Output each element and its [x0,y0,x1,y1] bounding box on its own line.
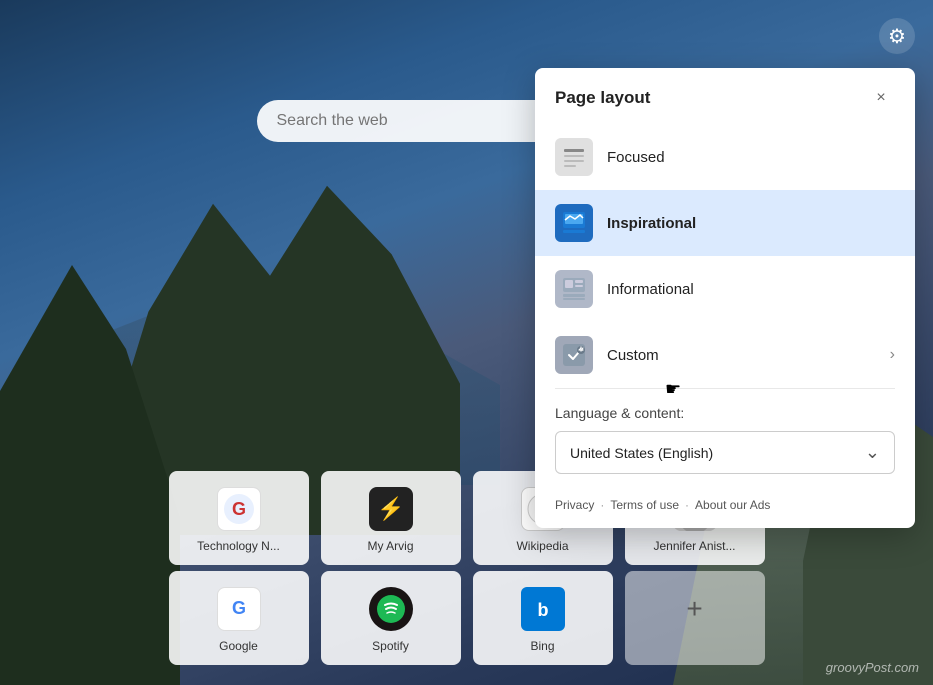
tile-label: My Arvig [367,539,413,553]
page-layout-panel: Page layout × Focused Inspirational [535,68,915,528]
arvig-logo-svg: ⚡ [376,494,406,524]
tile-label: Spotify [372,639,409,653]
language-label: Language & content: [555,405,895,421]
bing-logo-svg: b [529,595,557,623]
panel-title: Page layout [555,88,650,108]
dot-separator-2: · [685,498,689,512]
list-item[interactable]: G Technology N... [169,471,309,565]
tile-label: Wikipedia [516,539,568,553]
list-item[interactable]: Spotify [321,571,461,665]
svg-text:⚡: ⚡ [377,496,404,522]
tile-icon-grammarly: G [217,487,261,531]
add-icon: + [673,587,717,631]
bottom-tiles: G Google Spotify b Bing + [169,571,765,665]
spotify-logo-svg [376,594,406,624]
tile-icon-google: G [217,587,261,631]
layout-label-focused: Focused [607,149,665,166]
chevron-right-icon: › [890,346,895,364]
language-section: Language & content: United States (Engli… [535,389,915,486]
list-item[interactable]: b Bing [473,571,613,665]
focused-layout-icon [555,138,593,176]
inspirational-layout-icon [555,204,593,242]
inspirational-icon-svg [562,211,586,235]
list-item[interactable]: G Google [169,571,309,665]
language-selected-value: United States (English) [570,445,713,461]
tile-icon-arvig: ⚡ [369,487,413,531]
close-button[interactable]: × [867,84,895,112]
google-logo-svg: G [223,593,255,625]
layout-label-custom: Custom [607,347,659,364]
custom-icon-svg [562,343,586,367]
layout-option-inspirational[interactable]: Inspirational [535,190,915,256]
footer-links: Privacy · Terms of use · About our Ads [535,486,915,528]
tile-label: Google [219,639,258,653]
chevron-down-icon: ⌄ [865,442,880,463]
terms-link[interactable]: Terms of use [610,498,679,512]
layout-option-focused[interactable]: Focused [535,124,915,190]
layout-option-informational[interactable]: Informational [535,256,915,322]
panel-header: Page layout × [535,68,915,124]
dot-separator-1: · [600,498,604,512]
watermark: groovyPost.com [826,660,919,675]
focused-icon-svg [562,145,586,169]
add-site-tile[interactable]: + [625,571,765,665]
privacy-link[interactable]: Privacy [555,498,594,512]
layout-option-custom[interactable]: Custom › ☛ [535,322,915,388]
grammarly-logo: G [223,493,255,525]
layout-label-informational: Informational [607,281,694,298]
tile-icon-spotify [369,587,413,631]
ads-link[interactable]: About our Ads [695,498,770,512]
tile-icon-bing: b [521,587,565,631]
list-item[interactable]: ⚡ My Arvig [321,471,461,565]
custom-layout-icon [555,336,593,374]
svg-text:G: G [231,598,245,618]
svg-text:b: b [537,600,548,620]
svg-text:G: G [231,499,245,519]
tile-label: Technology N... [197,539,280,553]
layout-label-inspirational: Inspirational [607,215,696,232]
gear-icon: ⚙ [888,24,906,49]
tile-label: Jennifer Anist... [653,539,735,553]
settings-button[interactable]: ⚙ [879,18,915,54]
informational-icon-svg [562,277,586,301]
tile-label: Bing [530,639,554,653]
language-select[interactable]: United States (English) ⌄ [555,431,895,474]
informational-layout-icon [555,270,593,308]
